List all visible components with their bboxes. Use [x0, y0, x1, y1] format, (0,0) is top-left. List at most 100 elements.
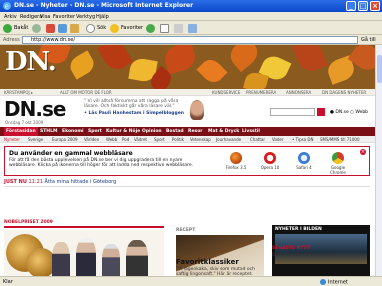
top-nav-item[interactable]: DN DAGENS NYHETER [322, 90, 366, 95]
divider [4, 186, 370, 187]
menu-hjalp[interactable]: Hjälp [96, 14, 109, 20]
subnav-item[interactable]: Europa 2009 [52, 137, 78, 142]
back-button[interactable]: Bakåt [3, 23, 28, 33]
search-dn-radio[interactable]: ● DN.se [330, 110, 349, 115]
warning-body: För att få den bästa upplevelsen på DN.s… [9, 158, 194, 168]
refresh-button[interactable] [58, 23, 69, 33]
opera-download[interactable]: Opera 10 [257, 152, 283, 170]
firefox-download[interactable]: Firefox 3.5 [223, 152, 249, 170]
old-browser-warning: Du använder en gammal webbläsare För att… [4, 146, 370, 176]
breaking-headline[interactable]: Åtta mina hittade i Göteborg [45, 179, 117, 185]
nobel-laureates-image[interactable] [4, 230, 164, 276]
latest-news-item[interactable]: DNNY slakter på vinst 2009 [272, 253, 334, 258]
menu-favoriter[interactable]: Favoriter [53, 14, 75, 20]
subnav-item[interactable]: Vetenskap [190, 137, 211, 142]
svg-text:e: e [5, 3, 9, 11]
opera-icon [264, 152, 276, 164]
subnav-item[interactable]: Sverige [28, 137, 43, 142]
top-nav-item[interactable]: KÄRSTAMPOJ ▸ [4, 90, 33, 95]
tab-resor[interactable]: Resor [188, 129, 203, 134]
nobel-accent-bar [4, 226, 164, 228]
menu-verktyg[interactable]: Verktyg [76, 14, 95, 20]
chrome-download[interactable]: Google Chrome [325, 152, 351, 175]
menu-redigera[interactable]: Redigera [20, 14, 42, 20]
go-button[interactable]: Gå till [361, 36, 379, 44]
mail-button[interactable] [160, 23, 171, 33]
history-button[interactable] [146, 23, 157, 33]
subnav-item[interactable]: Politik [172, 137, 184, 142]
edit-button[interactable] [188, 23, 199, 33]
tab-bostad[interactable]: Bostad [166, 129, 184, 134]
search-web-radio[interactable]: ○ Webb [350, 110, 368, 115]
favorites-button[interactable]: Favoriter [110, 23, 143, 33]
status-zone: Internet [320, 279, 348, 286]
search-input[interactable] [270, 108, 315, 116]
dn-banner-logo[interactable]: DN. [5, 47, 57, 77]
minimize-button[interactable]: _ [346, 1, 356, 11]
columnist-photo [190, 100, 204, 120]
subnav-item[interactable]: Pod [122, 137, 129, 142]
scrollbar-thumb[interactable] [377, 55, 382, 83]
sub-nav: Nyheter Sverige Europa 2009 Världen Webb… [0, 136, 375, 143]
subnav-item[interactable]: Vader [272, 137, 284, 142]
home-button[interactable] [70, 23, 81, 33]
subnav-item[interactable]: Webb [106, 137, 117, 142]
menu-bar: Arkiv Redigera Visa Favoriter Verktyg Hj… [0, 12, 382, 21]
dnse-logo[interactable]: DN.se [4, 97, 66, 121]
address-label: Adress [3, 37, 20, 43]
tab-opinion[interactable]: Opinion [142, 129, 162, 134]
top-nav-item[interactable]: KUNDSERVICE [212, 90, 240, 95]
top-nav-item[interactable]: ALLT OM MOTOR DE FLOR [60, 90, 112, 95]
tab-ekonomi[interactable]: Ekonomi [62, 129, 84, 134]
latest-news-label: SENASTE NYTT [272, 246, 310, 251]
subnav-item[interactable]: Vädret [134, 137, 147, 142]
history-icon [146, 23, 155, 33]
close-button[interactable]: × [370, 1, 380, 11]
subnav-item[interactable]: • Tipsa DN [292, 137, 313, 142]
home-icon [70, 23, 79, 33]
maximize-button[interactable]: □ [358, 1, 368, 11]
tab-sport[interactable]: Sport [88, 129, 102, 134]
autumn-leaves-banner: DN. [0, 45, 375, 89]
search-submit-button[interactable] [317, 108, 325, 116]
tab-forstasidan[interactable]: Förstasidan [4, 127, 38, 136]
toolbar: Bakåt Sök Favoriter [0, 21, 382, 35]
tab-mat-dryck[interactable]: Mat & Dryck [208, 129, 239, 134]
recipe-title[interactable]: Favoritklassiker [176, 258, 239, 266]
warning-title: Du använder en gammal webbläsare [9, 150, 133, 157]
warning-close-button[interactable]: × [360, 149, 366, 155]
top-nav-item[interactable]: PRENUMERERA [246, 90, 276, 95]
forward-button[interactable] [32, 23, 43, 33]
subnav-item[interactable]: SMS/MMS till 71000 [320, 137, 360, 142]
promo-link[interactable]: • Läs Pauli Hanhestam i Simpelbloggen [84, 111, 184, 116]
menu-visa[interactable]: Visa [40, 14, 50, 20]
search-icon [86, 23, 95, 33]
subnav-item[interactable]: Chattar [250, 137, 265, 142]
section-nav: Förstasidan STHLM Ekonomi Sport Kultur &… [0, 127, 375, 136]
forward-arrow-icon [32, 23, 41, 33]
date-label: Onsdag 7 okt 2009 [5, 120, 44, 125]
blog-promo[interactable]: " Vi vill alltså försumma att ragga på v… [84, 99, 184, 116]
vertical-scrollbar[interactable] [375, 45, 382, 276]
tab-livsstil[interactable]: Livsstil [242, 129, 260, 134]
subnav-item[interactable]: Nyheter [4, 137, 20, 142]
subnav-item[interactable]: Sport [154, 137, 165, 142]
subnav-item[interactable]: Jourhavande [216, 137, 241, 142]
safari-download[interactable]: Safari 4 [291, 152, 317, 170]
internet-explorer-icon: e [3, 2, 11, 11]
safari-icon [298, 152, 310, 164]
tab-sthlm[interactable]: STHLM [40, 129, 57, 134]
menu-arkiv[interactable]: Arkiv [4, 14, 17, 20]
recipe-teaser: "Vi lagenkaka, skiv som mutad och saftig… [176, 267, 255, 276]
stop-button[interactable] [46, 23, 57, 33]
top-nav-item[interactable]: ANNONSERA [286, 90, 311, 95]
subnav-item[interactable]: Världen [84, 137, 99, 142]
back-arrow-icon [3, 23, 12, 33]
tab-kultur[interactable]: Kultur & Nöje [106, 129, 140, 134]
window-title: DN.se - Nyheter - DN.se - Microsoft Inte… [14, 2, 194, 9]
address-input[interactable]: http://www.dn.se/ [22, 36, 358, 44]
search-button[interactable]: Sök [86, 23, 106, 33]
refresh-icon [58, 23, 67, 33]
breaking-news[interactable]: JUST NU 11:21 Åtta mina hittade i Götebo… [4, 179, 116, 185]
print-button[interactable] [174, 23, 185, 33]
